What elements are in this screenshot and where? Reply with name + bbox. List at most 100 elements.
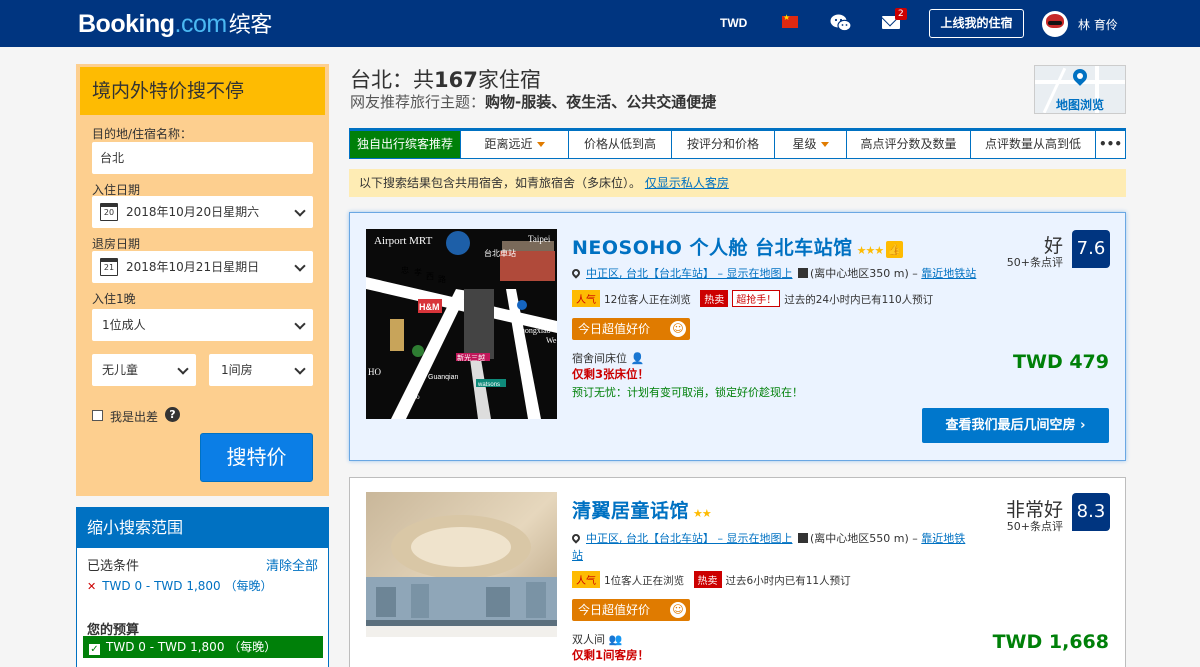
hotel-name-link[interactable]: 清翼居童话馆 ★★ <box>572 496 712 523</box>
distance-text: (离中心地区350 m) – <box>810 267 922 280</box>
metro-icon <box>798 268 808 278</box>
sort-tab-label: 高点评分数及数量 <box>860 137 957 151</box>
checkmark-icon: ✓ <box>89 644 100 655</box>
page-title: 台北：共167家住宿 <box>350 64 541 94</box>
hotel-name-link[interactable]: NEOSOHO 个人舱 台北车站馆 ★★★ 👍 <box>572 233 904 260</box>
photo-text: We <box>546 336 557 345</box>
search-panel-title: 境内外特价搜不停 <box>80 67 325 115</box>
chevron-down-icon <box>294 260 306 272</box>
more-sort-options-button[interactable]: ••• <box>1096 131 1125 158</box>
business-trip-checkbox[interactable] <box>92 410 103 421</box>
search-panel: 境内外特价搜不停 目的地/住宿名称： 台北 入住日期 20 2018年10月20… <box>76 64 329 496</box>
sort-tab-price[interactable]: 价格从低到高 <box>569 131 672 158</box>
wechat-icon[interactable] <box>830 13 852 33</box>
photo-text: 台北車站 <box>484 248 516 258</box>
adults-value: 1位成人 <box>102 318 146 332</box>
sort-tab-recommended[interactable]: 独自出行缤客推荐 <box>350 131 461 158</box>
see-availability-button[interactable]: 查看我们最后几间空房 › <box>922 408 1109 443</box>
chevron-down-icon <box>294 205 306 217</box>
photo-text: 路 <box>438 274 446 284</box>
destination-label: 目的地/住宿名称： <box>92 127 193 141</box>
hotel-activity: 人气 12位客人正在浏览 热卖 超抢手！ 过去的24小时内已有110人预订 <box>572 290 933 307</box>
sort-tab-review-count[interactable]: 点评数量从高到低 <box>971 131 1096 158</box>
checkout-value: 2018年10月21日星期日 <box>126 260 260 274</box>
booking-logo[interactable]: Booking.com缤客 <box>78 7 272 39</box>
search-button[interactable]: 搜特价 <box>200 433 313 482</box>
selected-filter-text: TWD 0 - TWD 1,800 （每晚） <box>102 579 273 593</box>
help-icon[interactable]: ? <box>165 407 180 422</box>
sort-tab-distance[interactable]: 距离远近 <box>461 131 569 158</box>
sort-tab-review-score[interactable]: 高点评分数及数量 <box>847 131 971 158</box>
language-flag-icon[interactable] <box>782 13 798 28</box>
smile-icon: ☺ <box>670 602 686 618</box>
list-property-button[interactable]: 上线我的住宿 <box>929 9 1024 38</box>
availability-warning: 仅剩3张床位！ <box>572 367 650 381</box>
deal-text: 今日超值好价 <box>578 322 651 336</box>
currency-selector[interactable]: TWD <box>720 16 747 30</box>
checkin-value: 2018年10月20日星期六 <box>126 205 260 219</box>
rooms-value: 1间房 <box>221 363 253 377</box>
adults-select[interactable]: 1位成人 <box>92 309 313 341</box>
hotel-name: 清翼居童话馆 <box>572 500 690 522</box>
checkout-day: 21 <box>103 263 115 272</box>
children-value: 无儿童 <box>102 363 139 377</box>
nights-label: 入住1晚 <box>92 292 136 306</box>
photo-text: 新光三越 <box>457 353 485 362</box>
room-type: 双人间 👥 <box>572 631 622 647</box>
chevron-down-icon <box>294 318 306 330</box>
clear-filters-link[interactable]: 清除全部 <box>266 555 318 574</box>
popular-badge: 人气 <box>572 290 600 307</box>
review-score-badge[interactable]: 8.3 <box>1072 493 1110 531</box>
sort-tab-score-price[interactable]: 按评分和价格 <box>672 131 775 158</box>
filter-panel-title: 缩小搜索范围 <box>77 508 328 548</box>
metro-link[interactable]: 站 <box>572 549 583 562</box>
destination-input[interactable]: 台北 <box>92 142 313 174</box>
metro-link[interactable]: 靠近地铁站 <box>921 267 976 280</box>
title-suffix: 家住宿 <box>477 68 541 92</box>
remove-x-icon[interactable]: ✕ <box>87 580 96 593</box>
distance-text: (离中心地区550 m) – <box>810 532 922 545</box>
checkout-date-select[interactable]: 21 2018年10月21日星期日 <box>92 251 313 283</box>
metro-link[interactable]: 靠近地铁 <box>921 532 965 545</box>
recent-bookings: 过去的24小时内已有110人预订 <box>784 294 934 306</box>
show-on-map-link[interactable]: 中正区, 台北【台北车站】 – 显示在地图上 <box>586 532 793 545</box>
budget-option[interactable]: ✓ TWD 0 - TWD 1,800 （每晚） <box>83 636 323 658</box>
notice-text: 以下搜索结果包含共用宿舍，如青旅宿舍（多床位）。 <box>359 176 642 190</box>
logo-dot-text: .com <box>174 10 228 38</box>
dorm-notice: 以下搜索结果包含共用宿舍，如青旅宿舍（多床位）。 仅显示私人客房 <box>349 169 1126 197</box>
star-rating-icon: ★★★ <box>856 244 885 257</box>
map-view-button[interactable]: 地图浏览 <box>1034 65 1126 114</box>
review-count[interactable]: 50+条点评 <box>1007 254 1063 270</box>
checkin-day: 20 <box>103 208 115 217</box>
review-score-badge[interactable]: 7.6 <box>1072 230 1110 268</box>
photo-text: 忠 <box>401 266 409 275</box>
recent-bookings: 过去6小时内已有11人预订 <box>725 575 851 587</box>
calendar-icon: 21 <box>100 258 118 276</box>
review-count[interactable]: 50+条点评 <box>1007 518 1063 534</box>
photo-text: HO <box>368 367 381 377</box>
photo-text: 孝 <box>414 268 422 277</box>
sort-tab-stars[interactable]: 星级 <box>775 131 847 158</box>
hotel-photo[interactable] <box>366 492 557 667</box>
username[interactable]: 林 育伶 <box>1078 16 1118 33</box>
deal-badge: 今日超值好价 ☺ <box>572 599 690 621</box>
checkin-date-select[interactable]: 20 2018年10月20日星期六 <box>92 196 313 228</box>
dropdown-arrow-icon <box>536 142 545 147</box>
selected-filter-item[interactable]: ✕ TWD 0 - TWD 1,800 （每晚） <box>87 577 272 594</box>
business-trip-label[interactable]: 我是出差 <box>110 408 158 425</box>
private-rooms-only-link[interactable]: 仅显示私人客房 <box>645 176 729 190</box>
sort-tab-label: 独自出行缤客推荐 <box>356 137 453 151</box>
thumbs-up-icon[interactable]: 👍 <box>886 241 904 258</box>
location-pin-icon <box>570 267 582 279</box>
hotel-photo[interactable]: Airport MRT 台北車站 Taipei 忠 孝 西 路 H&M Zhon… <box>366 229 557 419</box>
photo-text: Guanqian <box>428 374 458 381</box>
photo-text: Zhongxiao <box>516 326 551 335</box>
show-on-map-link[interactable]: 中正区, 台北【台北车站】 – 显示在地图上 <box>586 267 793 280</box>
hot-badge: 热卖 <box>693 571 722 588</box>
avatar[interactable] <box>1042 11 1068 37</box>
hot-badge: 热卖 <box>700 290 729 307</box>
children-select[interactable]: 无儿童 <box>92 354 196 386</box>
photo-text: Taipei <box>528 234 551 244</box>
budget-option-text: TWD 0 - TWD 1,800 （每晚） <box>106 640 277 654</box>
rooms-select[interactable]: 1间房 <box>209 354 313 386</box>
